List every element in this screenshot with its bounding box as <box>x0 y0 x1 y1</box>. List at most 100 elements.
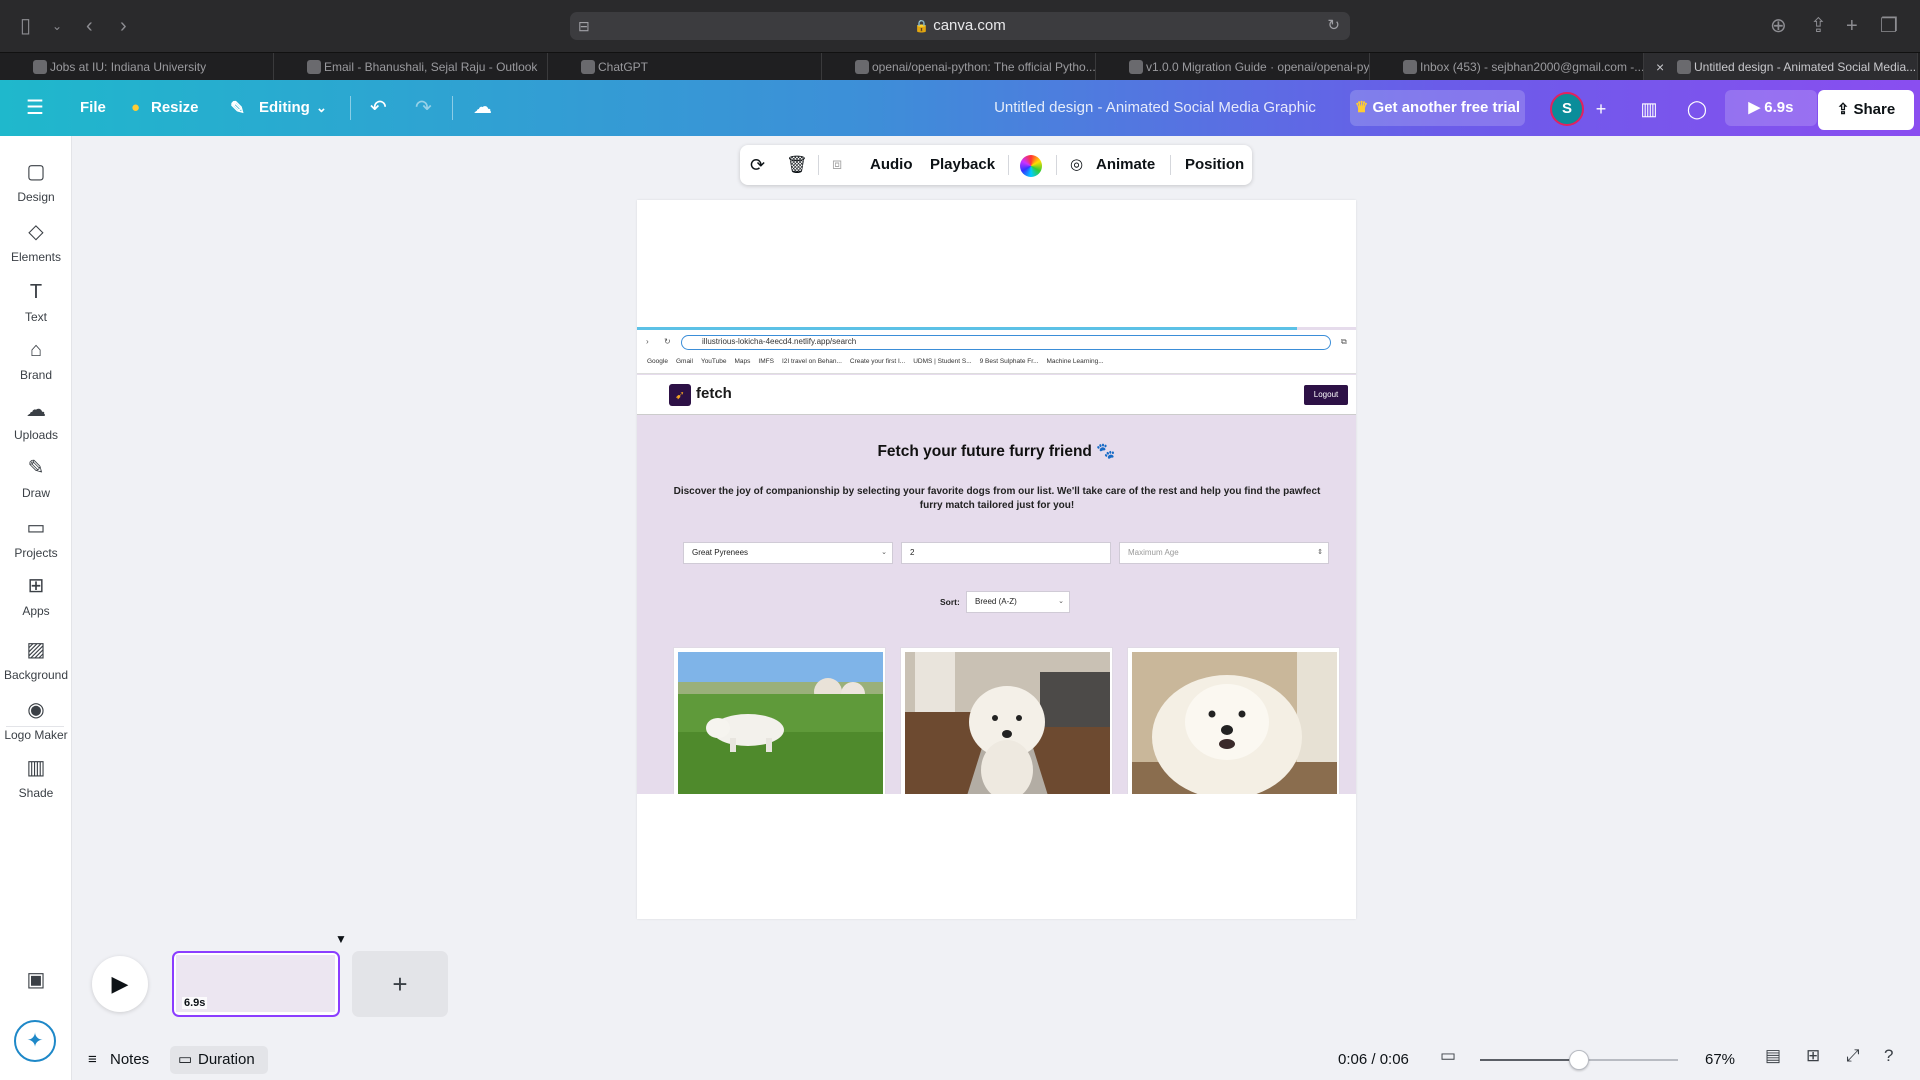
rail-divider <box>6 726 64 727</box>
undo-icon[interactable]: ↶ <box>370 80 387 136</box>
trash-icon[interactable]: 🗑 <box>786 145 808 185</box>
replace-icon[interactable]: ⟳ <box>750 145 765 185</box>
bookmark-item: Maps <box>734 358 751 365</box>
audio-button[interactable]: Audio <box>870 145 913 185</box>
tab-label: Untitled design - Animated Social Media.… <box>1694 60 1917 74</box>
sort-value: Breed (A-Z) <box>975 597 1017 606</box>
play-button[interactable]: ▶ <box>92 956 148 1012</box>
browser-tab[interactable]: Jobs at IU: Indiana University <box>0 53 274 81</box>
reload-icon[interactable]: ↻ <box>1327 12 1340 40</box>
forward-icon[interactable]: › <box>120 14 127 38</box>
screenshot-element[interactable]: › ↻ illustrious-lokicha-4eecd4.netlify.a… <box>637 327 1356 794</box>
time-readout: 0:06 / 0:06 <box>1338 1051 1409 1068</box>
tab-overview-icon[interactable]: ❐ <box>1880 14 1898 38</box>
back-icon[interactable]: ‹ <box>86 14 93 38</box>
position-button[interactable]: Position <box>1185 145 1244 185</box>
min-age-input: 2 <box>901 542 1111 564</box>
redo-icon[interactable]: ↷ <box>415 80 432 136</box>
design-title[interactable]: Untitled design - Animated Social Media … <box>930 80 1380 136</box>
rail-item-logo-maker[interactable]: ◉ Logo Maker <box>0 696 72 742</box>
browser-tab[interactable]: Inbox (453) - sejbhan2000@gmail.com -... <box>1370 53 1644 81</box>
notes-button[interactable]: Notes <box>110 1048 149 1072</box>
browser-tab[interactable]: Email - Bhanushali, Sejal Raju - Outlook <box>274 53 548 81</box>
add-collaborator-icon[interactable]: + <box>1584 92 1618 126</box>
rail-item-label: Shade <box>18 786 54 800</box>
rail-item-apps[interactable]: ⊞ Apps <box>0 572 72 618</box>
present-button[interactable]: ▶ 6.9s <box>1725 90 1817 126</box>
fullscreen-icon[interactable]: ⤢ <box>1846 1046 1860 1066</box>
rail-item-background[interactable]: ▨ Background <box>0 636 72 682</box>
rail-item-brand[interactable]: ⌂ Brand <box>0 336 72 382</box>
chevron-down-icon[interactable]: ⌄ <box>52 14 62 38</box>
rail-item-label: Text <box>24 310 47 324</box>
playhead-marker-icon[interactable]: ▼ <box>335 932 347 946</box>
share-button[interactable]: ⇪ Share <box>1818 90 1914 130</box>
zoom-slider-handle[interactable] <box>1569 1050 1589 1070</box>
browser-tab[interactable]: ChatGPT <box>548 53 822 81</box>
header-divider <box>452 96 453 120</box>
dog-photo <box>1132 652 1337 794</box>
browser-tab[interactable]: × Untitled design - Animated Social Media… <box>1644 53 1918 81</box>
insights-icon[interactable]: ▥ <box>1632 92 1666 126</box>
design-icon: ▢ <box>26 161 46 183</box>
resize-button[interactable]: Resize <box>151 80 199 136</box>
duration-button[interactable]: ▭ Duration <box>170 1046 268 1074</box>
design-canvas[interactable]: › ↻ illustrious-lokicha-4eecd4.netlify.a… <box>637 200 1356 919</box>
dog-card <box>1127 647 1340 794</box>
dog-card <box>673 647 886 794</box>
file-menu[interactable]: File <box>80 80 106 136</box>
page-view-icon[interactable]: ▭ <box>1440 1046 1456 1066</box>
breed-value: Great Pyrenees <box>692 548 749 557</box>
color-wheel-icon[interactable] <box>1020 155 1042 177</box>
rail-item-elements[interactable]: ◇ Elements <box>0 218 72 264</box>
tab-label: ChatGPT <box>598 60 649 74</box>
browser-tab[interactable]: openai/openai-python: The official Pytho… <box>822 53 1096 81</box>
share-page-icon[interactable]: ⇪ <box>1810 14 1827 38</box>
rail-item-uploads[interactable]: ☁ Uploads <box>0 396 72 442</box>
address-bar[interactable]: ⊟ 🔒 canva.com ↻ <box>570 12 1350 40</box>
chevron-down-icon: ⌄ <box>1058 598 1064 605</box>
animate-button[interactable]: Animate <box>1096 145 1155 185</box>
toolbar-divider <box>1170 155 1171 175</box>
tab-label: openai/openai-python: The official Pytho… <box>872 60 1096 74</box>
rail-item-design[interactable]: ▢ Design <box>0 158 72 204</box>
magic-sparkle-icon[interactable]: ✦ <box>14 1020 56 1062</box>
browser-tab[interactable]: v1.0.0 Migration Guide · openai/openai-p… <box>1096 53 1370 81</box>
film-icon: ▭ <box>178 1051 193 1068</box>
cloud-saved-icon[interactable]: ☁ <box>473 80 492 136</box>
chevron-down-icon[interactable]: ⌄ <box>316 80 327 136</box>
flip-icon[interactable]: ⧈ <box>832 145 842 185</box>
tab-label: Inbox (453) - sejbhan2000@gmail.com -... <box>1420 60 1644 74</box>
share-label: Share <box>1853 101 1896 118</box>
page-thumbnail[interactable]: 6.9s <box>172 951 340 1017</box>
rail-item-text[interactable]: T Text <box>0 278 72 324</box>
lock-icon: 🔒 <box>914 19 930 33</box>
rail-item-projects[interactable]: ▭ Projects <box>0 514 72 560</box>
page-settings-icon[interactable]: ⊟ <box>578 12 590 40</box>
pages-icon[interactable]: ▤ <box>1765 1046 1781 1066</box>
toolbar-divider <box>1056 155 1057 175</box>
app-icon: ▣ <box>26 969 46 991</box>
editing-dropdown[interactable]: Editing <box>259 80 310 136</box>
sidebar-toggle-icon[interactable]: ▯ <box>20 14 31 38</box>
menu-icon[interactable]: ☰ <box>26 80 44 136</box>
download-icon[interactable]: ⊕ <box>1770 14 1787 38</box>
rail-item-more-apps[interactable]: ▣ <box>0 966 72 998</box>
forward-icon: › <box>646 337 649 346</box>
avatar[interactable]: S <box>1550 92 1584 126</box>
favicon-icon <box>855 60 869 74</box>
close-tab-icon[interactable]: × <box>1656 53 1664 81</box>
rail-item-label: Logo Maker <box>4 728 68 742</box>
add-page-button[interactable]: + <box>352 951 448 1017</box>
zoom-level[interactable]: 67% <box>1705 1048 1735 1072</box>
bookmark-item: I2I travel on Behan... <box>781 358 842 365</box>
grid-view-icon[interactable]: ⊞ <box>1806 1046 1820 1066</box>
help-icon[interactable]: ? <box>1884 1046 1893 1066</box>
playback-button[interactable]: Playback <box>930 145 995 185</box>
rail-item-shade[interactable]: ▥ Shade <box>0 754 72 800</box>
duration-label: Duration <box>198 1051 255 1068</box>
new-tab-icon[interactable]: + <box>1846 14 1858 38</box>
free-trial-button[interactable]: ♛ Get another free trial <box>1350 90 1525 126</box>
rail-item-draw[interactable]: ✎ Draw <box>0 454 72 500</box>
comments-icon[interactable]: ◯ <box>1680 92 1714 126</box>
